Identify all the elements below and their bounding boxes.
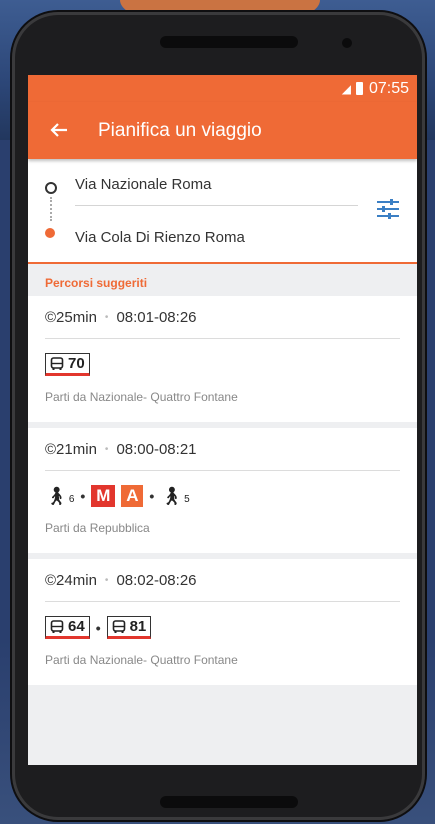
route-depart-text: Parti da Nazionale- Quattro Fontane [45,390,238,404]
separator-dot: • [104,575,109,586]
phone-screen: ◢ 07:55 Pianifica un viaggio Via Naziona… [28,75,417,765]
bus-line-badge: 70 [45,353,90,376]
destination-dot-icon [45,228,55,238]
walking-icon: 🚶︎ [45,485,68,506]
bus-icon [50,356,64,370]
route-inputs: Via Nazionale Roma Via Cola Di Rienzo Ro… [28,159,417,264]
separator-dot: • [104,312,109,323]
metro-icon: M [91,485,116,507]
route-duration: ©25min [45,309,97,326]
leg-separator: • [80,488,86,504]
leg-separator: • [149,488,155,504]
route-duration: ©21min [45,441,97,458]
arrow-left-icon[interactable] [50,118,74,144]
route-time-row: ©25min • 08:01-08:26 [45,296,400,339]
bottom-speaker [160,796,298,808]
route-times: 08:01-08:26 [116,309,197,326]
section-title: Percorsi suggeriti [45,276,148,290]
top-speaker [160,36,298,48]
route-times: 08:00-08:21 [116,441,197,458]
bus-line-number: 81 [129,618,147,635]
origin-field[interactable]: Via Nazionale Roma [75,176,211,193]
walk-leg: 🚶︎ 6 [45,486,74,507]
route-times: 08:02-08:26 [116,572,197,589]
route-duration: ©24min [45,572,97,589]
bus-line-number: 70 [68,355,85,372]
walking-icon: 🚶︎ [160,485,184,506]
route-depart-text: Parti da Repubblica [45,521,150,535]
walk-minutes: 5 [184,493,190,505]
walk-leg: 🚶︎ 5 [160,486,189,507]
status-bar: ◢ 07:55 [28,75,417,102]
signal-icon: ◢ [341,81,351,96]
route-time-row: ©24min • 08:02-08:26 [45,559,400,602]
route-dotted-line [50,197,52,221]
field-divider [75,205,358,206]
status-time: 07:55 [368,79,409,97]
walk-minutes: 6 [68,493,75,505]
page-title: Pianifica un viaggio [98,119,262,141]
separator-dot: • [104,444,109,455]
bus-line-badge: 81 [106,616,152,639]
bus-line-badge: 64 [45,616,90,639]
route-legs: 70 [45,339,400,376]
route-card[interactable]: ©21min • 08:00-08:21 🚶︎ 6 • M A • 🚶︎ 5 Par… [28,428,417,553]
bus-icon [112,619,125,633]
route-time-row: ©21min • 08:00-08:21 [45,428,400,471]
front-camera [342,38,352,48]
route-card[interactable]: ©24min • 08:02-08:26 64 • 81 Parti da Na… [28,559,417,685]
destination-field[interactable]: Via Cola Di Rienzo Roma [75,229,245,246]
route-legs: 64 • 81 [45,602,400,639]
metro-line-badge: A [121,485,144,507]
bus-icon [50,619,64,633]
origin-dot-icon [45,182,57,194]
bus-line-number: 64 [68,618,85,635]
route-card[interactable]: ©25min • 08:01-08:26 70 Parti da Naziona… [28,296,417,422]
leg-separator: • [95,619,101,636]
route-legs: 🚶︎ 6 • M A • 🚶︎ 5 [45,471,400,507]
route-depart-text: Parti da Nazionale- Quattro Fontane [45,653,238,667]
app-bar: Pianifica un viaggio [28,102,417,159]
battery-icon [355,82,363,95]
tune-sliders-icon[interactable] [376,199,400,219]
